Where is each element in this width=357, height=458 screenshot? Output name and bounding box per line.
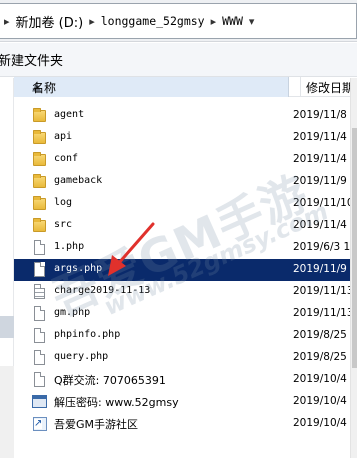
file-modified-date: 2019/8/25 <box>293 329 347 341</box>
file-name[interactable]: src <box>54 219 72 230</box>
text-file-icon <box>32 284 48 300</box>
file-modified-date: 2019/11/13 <box>293 307 354 319</box>
file-modified-date: 2019/11/4 1 <box>293 219 357 231</box>
file-modified-date: 2019/11/9 2 <box>293 175 357 187</box>
folder-icon <box>32 218 48 234</box>
file-modified-date: 2019/10/4 3 <box>293 417 357 429</box>
file-name[interactable]: phpinfo.php <box>54 329 120 340</box>
file-name[interactable]: api <box>54 131 72 142</box>
column-header-date[interactable]: 修改日期 <box>306 79 354 96</box>
file-name[interactable]: log <box>54 197 72 208</box>
file-row[interactable]: 1.php 2019/6/3 10 <box>14 237 357 259</box>
file-row[interactable]: gameback 2019/11/9 2 <box>14 171 357 193</box>
file-name[interactable]: 吾爱GM手游社区 <box>54 416 138 432</box>
file-name[interactable]: Q群交流: 707065391 <box>54 372 166 388</box>
file-modified-date: 2019/11/10 <box>293 197 354 209</box>
file-row[interactable]: 吾爱GM手游社区 2019/10/4 3 <box>14 413 357 435</box>
folder-icon <box>32 108 48 124</box>
file-name[interactable]: gm.php <box>54 307 90 318</box>
chevron-down-icon[interactable]: ▾ <box>249 15 255 28</box>
file-name[interactable]: query.php <box>54 351 108 362</box>
nav-pane-footer <box>0 366 14 458</box>
breadcrumb-drive[interactable]: 新加卷 (D:) <box>16 12 84 31</box>
file-row[interactable]: gm.php 2019/11/13 <box>14 303 357 325</box>
file-name[interactable]: gameback <box>54 175 102 186</box>
breadcrumb-longgame[interactable]: longgame_52gmsy <box>101 14 205 28</box>
scrollbar-thumb[interactable] <box>352 128 357 368</box>
folder-icon <box>32 130 48 146</box>
file-row[interactable]: query.php 2019/8/25 <box>14 347 357 369</box>
column-divider[interactable] <box>300 77 301 97</box>
folder-icon <box>32 196 48 212</box>
file-modified-date: 2019/10/4 3 <box>293 395 357 407</box>
file-icon <box>32 328 48 344</box>
file-row[interactable]: conf 2019/11/4 1 <box>14 149 357 171</box>
folder-icon <box>32 174 48 190</box>
file-row[interactable]: phpinfo.php 2019/8/25 <box>14 325 357 347</box>
file-row[interactable]: log 2019/11/10 <box>14 193 357 215</box>
navigation-pane[interactable] <box>0 78 14 458</box>
file-icon <box>32 240 48 256</box>
file-modified-date: 2019/10/4 3 <box>293 373 357 385</box>
file-icon <box>32 372 48 388</box>
breadcrumb-www[interactable]: WWW <box>222 14 243 28</box>
file-modified-date: 2019/11/9 2 <box>293 263 357 275</box>
chevron-right-icon[interactable]: ▸ <box>211 15 217 28</box>
nav-selected-item[interactable] <box>0 316 14 338</box>
toolbar: 新建文件夹 <box>0 43 357 77</box>
column-header-name[interactable]: ▲ 名称 <box>14 77 289 97</box>
file-modified-date: 2019/11/13 <box>293 285 354 297</box>
file-row[interactable]: charge2019-11-13 2019/11/13 <box>14 281 357 303</box>
file-row[interactable]: Q群交流: 707065391 2019/10/4 3 <box>14 369 357 391</box>
address-bar[interactable]: ▸ 新加卷 (D:) ▸ longgame_52gmsy ▸ WWW ▾ <box>0 0 357 42</box>
address-path[interactable]: ▸ 新加卷 (D:) ▸ longgame_52gmsy ▸ WWW ▾ <box>0 3 357 39</box>
vertical-scrollbar[interactable] <box>350 78 357 458</box>
chevron-right-icon[interactable]: ▸ <box>89 15 95 28</box>
file-list: agent 2019/11/8 2 api 2019/11/4 1 conf 2019/1… <box>14 105 357 435</box>
file-name[interactable]: 解压密码: www.52gmsy <box>54 394 179 410</box>
file-row[interactable]: args.php 2019/11/9 2 <box>14 259 357 281</box>
file-row[interactable]: agent 2019/11/8 2 <box>14 105 357 127</box>
file-row[interactable]: src 2019/11/4 1 <box>14 215 357 237</box>
exe-icon <box>32 394 48 410</box>
file-icon <box>32 306 48 322</box>
file-icon <box>32 350 48 366</box>
file-name[interactable]: conf <box>54 153 78 164</box>
file-icon <box>32 262 48 278</box>
file-row[interactable]: api 2019/11/4 1 <box>14 127 357 149</box>
folder-icon <box>32 152 48 168</box>
file-modified-date: 2019/6/3 10 <box>293 241 357 253</box>
column-header-name-label: 名称 <box>32 81 57 95</box>
chevron-right-icon[interactable]: ▸ <box>4 15 10 28</box>
file-modified-date: 2019/11/4 1 <box>293 131 357 143</box>
shortcut-icon <box>32 416 48 432</box>
file-row[interactable]: 解压密码: www.52gmsy 2019/10/4 3 <box>14 391 357 413</box>
file-name[interactable]: 1.php <box>54 241 84 252</box>
new-folder-button[interactable]: 新建文件夹 <box>0 50 63 69</box>
file-name[interactable]: charge2019-11-13 <box>54 285 150 296</box>
file-modified-date: 2019/8/25 <box>293 351 347 363</box>
file-name[interactable]: args.php <box>54 263 102 274</box>
file-name[interactable]: agent <box>54 109 84 120</box>
file-modified-date: 2019/11/4 1 <box>293 153 357 165</box>
file-modified-date: 2019/11/8 2 <box>293 109 357 121</box>
column-header: ▲ 名称 修改日期 <box>14 77 357 97</box>
